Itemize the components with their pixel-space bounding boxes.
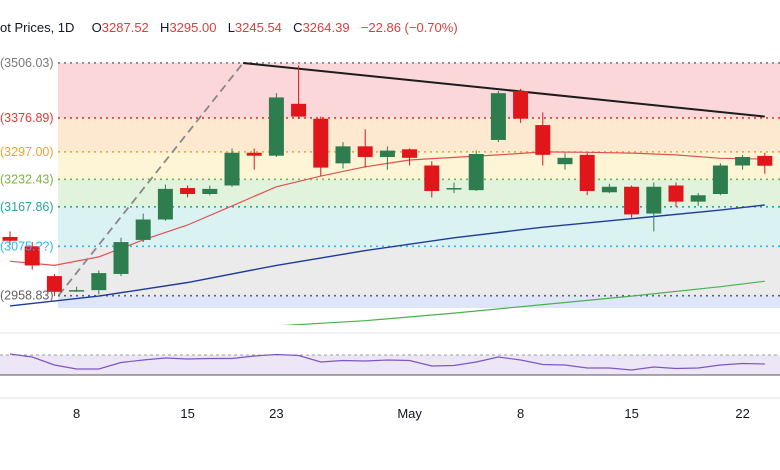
- fib-band: [58, 151, 780, 180]
- candle-body: [402, 149, 418, 158]
- fib-level-label: (3075.??): [0, 239, 54, 253]
- x-tick-label: 15: [624, 406, 638, 421]
- candle-body: [535, 125, 551, 155]
- fib-level-label: (3376.89): [0, 111, 54, 125]
- fib-level-label: (2958.83): [0, 289, 54, 303]
- candle-body: [646, 186, 662, 214]
- fib-level-label: (3506.03): [0, 56, 54, 70]
- candle-body: [424, 165, 440, 192]
- candle-body: [757, 155, 773, 166]
- candle-body: [91, 273, 107, 291]
- fib-level-label: (3167.86): [0, 200, 54, 214]
- candle-body: [579, 154, 595, 192]
- candle-body: [157, 188, 173, 220]
- fib-band: [58, 295, 780, 308]
- candle-body: [668, 185, 684, 202]
- fib-band: [58, 62, 780, 118]
- candle-body: [268, 97, 284, 156]
- candle-body: [513, 91, 529, 119]
- candle-body: [202, 188, 218, 194]
- x-tick-label: 8: [517, 406, 524, 421]
- fib-level-label: (3232.43): [0, 172, 54, 186]
- candle-body: [357, 146, 373, 157]
- x-tick-label: 15: [180, 406, 194, 421]
- candle-body: [246, 152, 262, 156]
- price-chart[interactable]: (3506.03) (3376.89) (3297.00) (3232.43) (316…: [0, 0, 780, 470]
- candle-body: [69, 290, 85, 292]
- candle-body: [490, 93, 506, 140]
- fib-level-label: (3297.00): [0, 145, 54, 159]
- candle-body: [379, 150, 395, 157]
- candle-body: [180, 188, 196, 194]
- rsi-band: [0, 355, 780, 375]
- x-tick-label: 22: [735, 406, 749, 421]
- candle-body: [557, 157, 573, 165]
- x-tick-label: 8: [73, 406, 80, 421]
- candle-body: [113, 242, 129, 274]
- candle-body: [624, 186, 640, 215]
- candle-body: [468, 154, 484, 191]
- candle-body: [690, 195, 706, 202]
- x-tick-label: May: [397, 406, 422, 421]
- candle-body: [712, 165, 728, 194]
- candle-body: [446, 188, 462, 190]
- candle-body: [335, 146, 351, 164]
- x-tick-label: 23: [269, 406, 283, 421]
- candle-body: [601, 186, 617, 193]
- candle-body: [735, 156, 751, 166]
- candle-body: [313, 118, 329, 168]
- fib-band: [58, 117, 780, 152]
- fib-bands-group: [58, 62, 780, 308]
- candle-body: [291, 103, 307, 117]
- candle-body: [135, 219, 151, 240]
- candle-body: [224, 152, 240, 186]
- fib-band: [58, 246, 780, 296]
